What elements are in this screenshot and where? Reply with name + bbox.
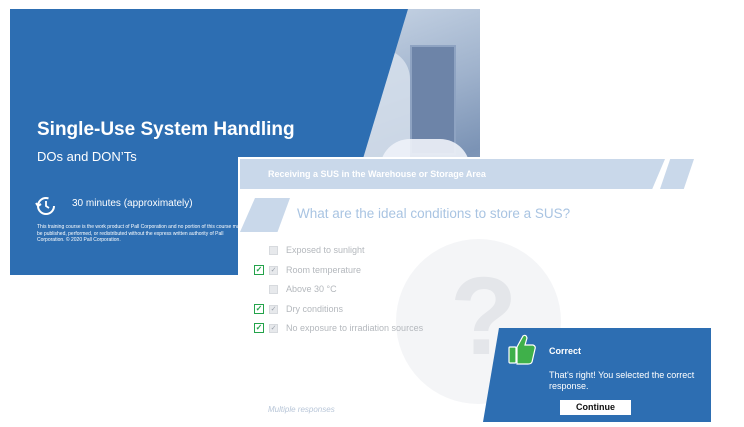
course-title: Single-Use System Handling xyxy=(37,119,295,140)
option-above-30c[interactable]: Above 30 °C xyxy=(254,282,337,296)
option-label: Exposed to sunlight xyxy=(286,245,365,255)
continue-button[interactable]: Continue xyxy=(560,400,631,415)
correct-check-icon: ✓ xyxy=(254,323,264,333)
section-header: Receiving a SUS in the Warehouse or Stor… xyxy=(240,159,665,189)
question-accent xyxy=(240,198,290,232)
option-exposed-to-sunlight[interactable]: Exposed to sunlight xyxy=(254,243,365,257)
question-text: What are the ideal conditions to store a… xyxy=(297,206,571,221)
correct-check-icon: ✓ xyxy=(254,304,264,314)
correct-check-icon: ✓ xyxy=(254,265,264,275)
option-label: Above 30 °C xyxy=(286,284,337,294)
feedback-title: Correct xyxy=(549,346,582,356)
option-dry-conditions[interactable]: ✓ ✓ Dry conditions xyxy=(254,302,343,316)
option-label: No exposure to irradiation sources xyxy=(286,323,424,333)
thumbs-up-icon xyxy=(508,334,536,365)
option-room-temperature[interactable]: ✓ ✓ Room temperature xyxy=(254,263,361,277)
option-label: Dry conditions xyxy=(286,304,344,314)
header-accent-tab xyxy=(660,159,694,189)
option-checkbox[interactable] xyxy=(269,245,278,255)
legal-notice: This training course is the work product… xyxy=(37,224,243,243)
multiple-responses-note: Multiple responses xyxy=(268,405,335,414)
stopwatch-icon xyxy=(35,197,55,215)
option-checkbox[interactable]: ✓ xyxy=(269,304,278,314)
duration-text: 30 minutes (approximately) xyxy=(72,198,193,209)
feedback-message: That's right! You selected the correct r… xyxy=(549,370,695,391)
option-checkbox[interactable]: ✓ xyxy=(269,265,278,275)
option-checkbox[interactable]: ✓ xyxy=(269,323,278,333)
option-checkbox[interactable] xyxy=(269,284,278,294)
correct-indicator xyxy=(254,284,264,294)
section-title: Receiving a SUS in the Warehouse or Stor… xyxy=(268,169,486,179)
option-no-irradiation[interactable]: ✓ ✓ No exposure to irradiation sources xyxy=(254,321,423,335)
course-subtitle: DOs and DON’Ts xyxy=(37,149,137,164)
correct-indicator xyxy=(254,245,264,255)
option-label: Room temperature xyxy=(286,265,362,275)
